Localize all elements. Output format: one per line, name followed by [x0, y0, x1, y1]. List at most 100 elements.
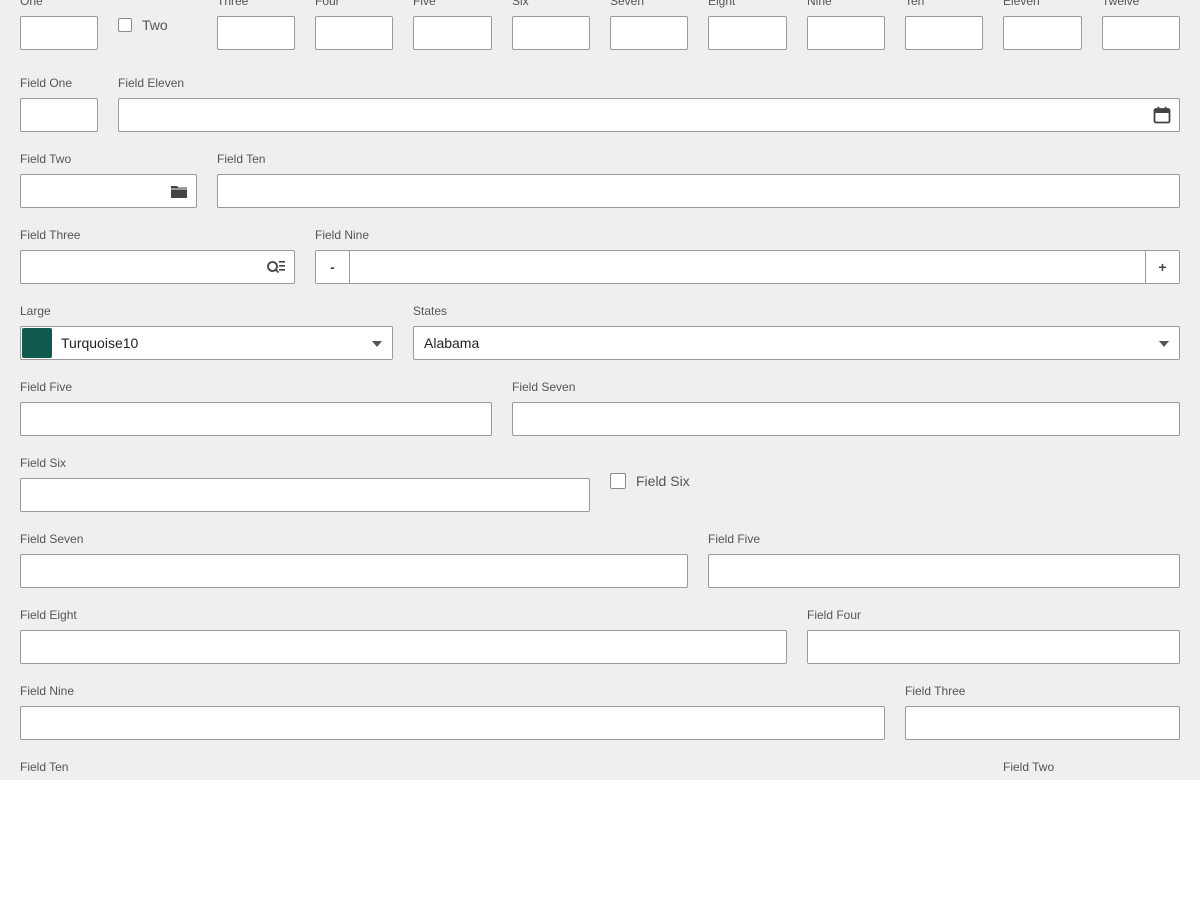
field-five-input[interactable] — [20, 402, 492, 436]
field-ten-input[interactable] — [217, 174, 1180, 208]
increment-button[interactable]: + — [1145, 251, 1179, 283]
field-nine-value[interactable] — [350, 251, 1145, 283]
field-label: Field Ten — [20, 760, 69, 774]
chevron-down-icon[interactable] — [372, 341, 382, 347]
ten-input-text[interactable] — [906, 17, 982, 49]
field-ten-group: Field Ten — [217, 152, 1180, 208]
field-three-group: Field Three — [905, 684, 1180, 740]
field-four-input[interactable] — [807, 630, 1180, 664]
three-input-text[interactable] — [218, 17, 294, 49]
field-eleven-date-input[interactable] — [118, 98, 1180, 132]
five-input-text[interactable] — [414, 17, 491, 49]
eight-input-text[interactable] — [709, 17, 786, 49]
large-color-select[interactable]: Turquoise10 — [20, 326, 393, 360]
states-select[interactable]: Alabama — [413, 326, 1180, 360]
field-five-input-text[interactable] — [21, 403, 491, 435]
field-nine-input-text[interactable] — [350, 251, 1145, 283]
field-label: Field Six — [20, 456, 67, 470]
field-six-input-text[interactable] — [21, 479, 589, 511]
two-checkbox-label: Two — [142, 17, 168, 33]
nine-input-text[interactable] — [808, 17, 884, 49]
field-label: Field Eight — [20, 608, 77, 622]
field-ten-group: Ten — [905, 0, 983, 50]
field-label: Field Five — [708, 532, 761, 546]
seven-input[interactable] — [610, 16, 688, 50]
field-label: Nine — [807, 0, 832, 8]
four-input-text[interactable] — [316, 17, 392, 49]
field-label: Field Ten — [217, 152, 266, 166]
field-three-input-text[interactable] — [21, 251, 294, 283]
field-eight-group: Field Eight — [20, 608, 787, 664]
eleven-input-text[interactable] — [1004, 17, 1081, 49]
field-nine-input-text[interactable] — [21, 707, 884, 739]
form-area: One Two Three Four Five Six Seven Eight … — [0, 0, 1200, 780]
field-label: States — [413, 304, 448, 318]
color-swatch — [22, 328, 52, 358]
field-seven-input-text[interactable] — [21, 555, 687, 587]
twelve-input[interactable] — [1102, 16, 1180, 50]
field-six-group: Six — [512, 0, 590, 50]
six-input-text[interactable] — [513, 17, 589, 49]
field-label: Five — [413, 0, 436, 8]
field-eleven-group: Field Eleven — [118, 76, 1180, 132]
nine-input[interactable] — [807, 16, 885, 50]
states-group: States Alabama — [413, 304, 1180, 360]
field-six-checkbox[interactable] — [610, 473, 626, 489]
field-seven-group: Field Seven — [512, 380, 1180, 436]
field-label: Field Nine — [315, 228, 370, 242]
decrement-button[interactable]: - — [316, 251, 350, 283]
search-list-icon[interactable] — [266, 258, 286, 276]
chevron-down-icon[interactable] — [1159, 341, 1169, 347]
field-seven-input[interactable] — [512, 402, 1180, 436]
field-six-checkbox-label: Field Six — [636, 473, 690, 489]
eleven-input[interactable] — [1003, 16, 1082, 50]
ten-input[interactable] — [905, 16, 983, 50]
field-label: Field Three — [905, 684, 966, 698]
field-label: Field Nine — [20, 684, 75, 698]
field-one-input-text[interactable] — [21, 99, 97, 131]
field-five-input[interactable] — [708, 554, 1180, 588]
field-seven-input-text[interactable] — [513, 403, 1179, 435]
calendar-icon[interactable] — [1153, 106, 1171, 124]
field-one-group: Field One — [20, 76, 98, 132]
field-nine-stepper[interactable]: - + — [315, 250, 1180, 284]
field-seven-group: Field Seven — [20, 532, 688, 588]
field-eight-input-text[interactable] — [21, 631, 786, 663]
field-two-group: Field Two — [1003, 760, 1180, 780]
field-two-file-input[interactable] — [20, 174, 197, 208]
folder-icon[interactable] — [170, 182, 188, 200]
field-label: Ten — [905, 0, 925, 8]
field-eleven-input-text[interactable] — [119, 99, 1179, 131]
field-five-input-text[interactable] — [709, 555, 1179, 587]
four-input[interactable] — [315, 16, 393, 50]
field-three-input[interactable] — [905, 706, 1180, 740]
field-nine-group: Nine — [807, 0, 885, 50]
one-input-text[interactable] — [21, 17, 97, 49]
seven-input-text[interactable] — [611, 17, 687, 49]
eight-input[interactable] — [708, 16, 787, 50]
two-checkbox-group[interactable]: Two — [118, 17, 168, 33]
field-label: Field Five — [20, 380, 73, 394]
field-three-input-text[interactable] — [906, 707, 1179, 739]
field-four-input-text[interactable] — [808, 631, 1179, 663]
field-six-checkbox-group[interactable]: Field Six — [610, 473, 690, 489]
field-label: Field Four — [807, 608, 862, 622]
field-label: Field Seven — [20, 532, 84, 546]
five-input[interactable] — [413, 16, 492, 50]
one-input[interactable] — [20, 16, 98, 50]
twelve-input-text[interactable] — [1103, 17, 1179, 49]
two-checkbox[interactable] — [118, 18, 132, 32]
field-five-group: Five — [413, 0, 492, 50]
field-ten-input-text[interactable] — [218, 175, 1179, 207]
field-one-input[interactable] — [20, 98, 98, 132]
six-input[interactable] — [512, 16, 590, 50]
field-ten-group: Field Ten — [20, 760, 980, 780]
field-six-input[interactable] — [20, 478, 590, 512]
field-four-group: Field Four — [807, 608, 1180, 664]
field-nine-input[interactable] — [20, 706, 885, 740]
field-seven-input[interactable] — [20, 554, 688, 588]
field-eight-input[interactable] — [20, 630, 787, 664]
three-input[interactable] — [217, 16, 295, 50]
field-three-group: Three — [217, 0, 295, 50]
field-three-lookup-input[interactable] — [20, 250, 295, 284]
